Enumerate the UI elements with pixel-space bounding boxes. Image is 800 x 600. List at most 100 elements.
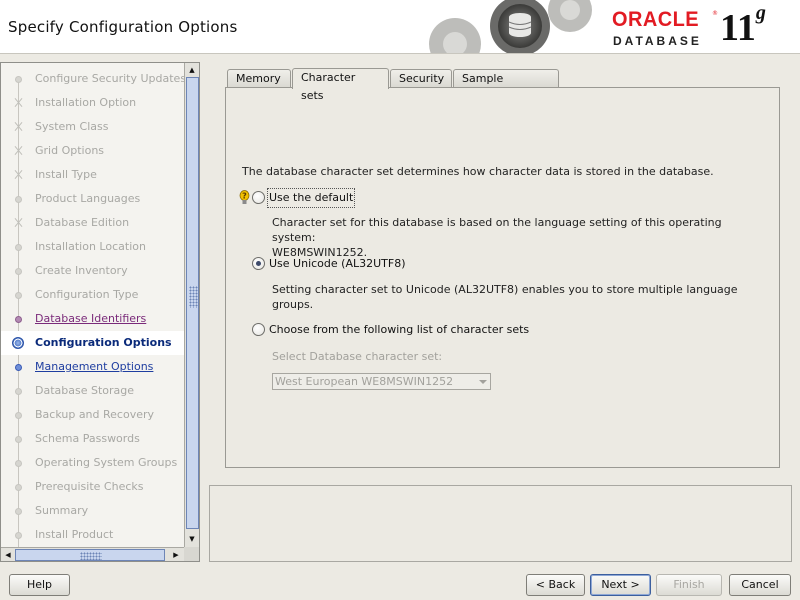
nav-step-label: Database Identifiers bbox=[35, 312, 147, 325]
step-status-icon bbox=[15, 508, 22, 515]
nav-step-item: Summary bbox=[1, 499, 184, 523]
nav-step-label: Install Type bbox=[35, 168, 97, 181]
use-unicode-label[interactable]: Use Unicode (AL32UTF8) bbox=[269, 256, 405, 272]
nav-step-item: Grid Options bbox=[1, 139, 184, 163]
step-status-icon bbox=[15, 220, 22, 227]
nav-step-item: Database Storage bbox=[1, 379, 184, 403]
step-status-icon bbox=[15, 148, 22, 155]
next-button[interactable]: Next > bbox=[590, 574, 651, 596]
step-status-icon bbox=[15, 100, 22, 107]
nav-step-item: Configuration Type bbox=[1, 283, 184, 307]
unicode-help-text: Setting character set to Unicode (AL32UT… bbox=[272, 283, 738, 311]
charset-description: The database character set determines ho… bbox=[242, 165, 714, 178]
step-status-icon bbox=[15, 172, 22, 179]
use-default-label[interactable]: Use the default bbox=[266, 188, 356, 208]
tab-security[interactable]: Security bbox=[390, 69, 452, 88]
nav-step-item: Configure Security Updates bbox=[1, 67, 184, 91]
nav-step-item: Database Edition bbox=[1, 211, 184, 235]
nav-step-label: Prerequisite Checks bbox=[35, 480, 144, 493]
logo-version-suffix: g bbox=[755, 2, 766, 24]
step-status-icon bbox=[15, 412, 22, 419]
nav-step-label: Create Inventory bbox=[35, 264, 128, 277]
scroll-up-arrow-icon[interactable]: ▲ bbox=[185, 63, 199, 77]
step-status-icon bbox=[15, 364, 22, 371]
nav-step-label: Operating System Groups bbox=[35, 456, 178, 469]
back-button[interactable]: < Back bbox=[526, 574, 585, 596]
registered-mark: ® bbox=[712, 10, 718, 17]
choose-list-radio[interactable] bbox=[252, 323, 265, 336]
logo-brand: ORACLE bbox=[612, 8, 700, 31]
nav-step-item: Product Languages bbox=[1, 187, 184, 211]
vertical-scroll-thumb[interactable] bbox=[186, 77, 199, 529]
nav-step-item: Prerequisite Checks bbox=[1, 475, 184, 499]
nav-step-label: Installation Option bbox=[35, 96, 137, 109]
nav-step-label: Configuration Type bbox=[35, 288, 139, 301]
step-status-icon bbox=[15, 460, 22, 467]
installer-header: Specify Configuration Options ORACLE ® D bbox=[0, 0, 800, 54]
nav-step-label: System Class bbox=[35, 120, 109, 133]
gears-graphic bbox=[429, 0, 592, 53]
nav-step-item: Operating System Groups bbox=[1, 451, 184, 475]
step-status-icon bbox=[15, 124, 22, 131]
tab-character-sets[interactable]: Character sets bbox=[292, 68, 389, 102]
nav-step-item[interactable]: Database Identifiers bbox=[1, 307, 184, 331]
tab-sample-schemas[interactable]: Sample Schemas bbox=[453, 69, 559, 103]
step-status-icon bbox=[15, 436, 22, 443]
scroll-left-arrow-icon[interactable]: ◀ bbox=[1, 548, 15, 561]
nav-step-label: Backup and Recovery bbox=[35, 408, 155, 421]
step-status-icon bbox=[15, 196, 22, 203]
nav-step-label: Database Edition bbox=[35, 216, 130, 229]
nav-step-item: Configuration Options bbox=[1, 331, 184, 355]
step-status-icon bbox=[15, 292, 22, 299]
step-status-icon bbox=[15, 316, 22, 323]
logo-version: 11g bbox=[720, 2, 766, 50]
nav-step-item: Backup and Recovery bbox=[1, 403, 184, 427]
steps-navigation: Configure Security Updates Installation O… bbox=[0, 62, 200, 562]
nav-step-item: System Class bbox=[1, 115, 184, 139]
nav-step-label: Configuration Options bbox=[35, 336, 172, 349]
default-help-text: Character set for this database is based… bbox=[272, 215, 762, 260]
message-pane bbox=[209, 485, 792, 562]
step-status-icon bbox=[15, 268, 22, 275]
horizontal-scroll-thumb[interactable] bbox=[15, 549, 165, 561]
page-title: Specify Configuration Options bbox=[8, 18, 238, 36]
nav-step-item: Installation Location bbox=[1, 235, 184, 259]
vertical-scrollbar[interactable]: ▲ ▼ bbox=[184, 63, 199, 547]
tab-memory[interactable]: Memory bbox=[227, 69, 291, 88]
help-button[interactable]: Help bbox=[9, 574, 70, 596]
horizontal-scrollbar[interactable]: ◀ ▶ bbox=[1, 547, 184, 561]
nav-step-label: Summary bbox=[35, 504, 89, 517]
logo-product: DATABASE bbox=[613, 34, 702, 48]
logo-version-number: 11 bbox=[720, 7, 756, 49]
nav-step-item[interactable]: Management Options bbox=[1, 355, 184, 379]
scroll-right-arrow-icon[interactable]: ▶ bbox=[169, 548, 183, 561]
choose-list-label[interactable]: Choose from the following list of charac… bbox=[269, 322, 529, 338]
nav-step-label: Schema Passwords bbox=[35, 432, 140, 445]
svg-text:?: ? bbox=[242, 192, 247, 201]
select-charset-label: Select Database character set: bbox=[272, 350, 443, 363]
nav-step-item: Installation Option bbox=[1, 91, 184, 115]
character-sets-panel: The database character set determines ho… bbox=[225, 87, 780, 468]
chevron-down-icon bbox=[479, 380, 487, 384]
finish-button[interactable]: Finish bbox=[656, 574, 722, 596]
step-status-icon bbox=[15, 388, 22, 395]
charset-select: West European WE8MSWIN1252 bbox=[272, 373, 491, 390]
nav-step-item: Schema Passwords bbox=[1, 427, 184, 451]
nav-step-label: Install Product bbox=[35, 528, 114, 541]
nav-step-label: Database Storage bbox=[35, 384, 135, 397]
use-default-radio[interactable] bbox=[252, 191, 265, 204]
scroll-down-arrow-icon[interactable]: ▼ bbox=[185, 532, 199, 546]
step-status-icon bbox=[15, 484, 22, 491]
nav-step-label: Management Options bbox=[35, 360, 154, 373]
nav-step-item: Create Inventory bbox=[1, 259, 184, 283]
cancel-button[interactable]: Cancel bbox=[729, 574, 791, 596]
scroll-corner bbox=[184, 547, 199, 561]
step-status-icon bbox=[15, 76, 22, 83]
nav-step-item: Install Product bbox=[1, 523, 184, 547]
use-unicode-radio[interactable] bbox=[252, 257, 265, 270]
scroll-grip-icon bbox=[189, 286, 198, 308]
step-status-icon bbox=[15, 244, 22, 251]
oracle-logo: ORACLE ® DATABASE 11g bbox=[612, 2, 797, 50]
nav-step-label: Grid Options bbox=[35, 144, 105, 157]
step-status-icon bbox=[12, 337, 24, 349]
